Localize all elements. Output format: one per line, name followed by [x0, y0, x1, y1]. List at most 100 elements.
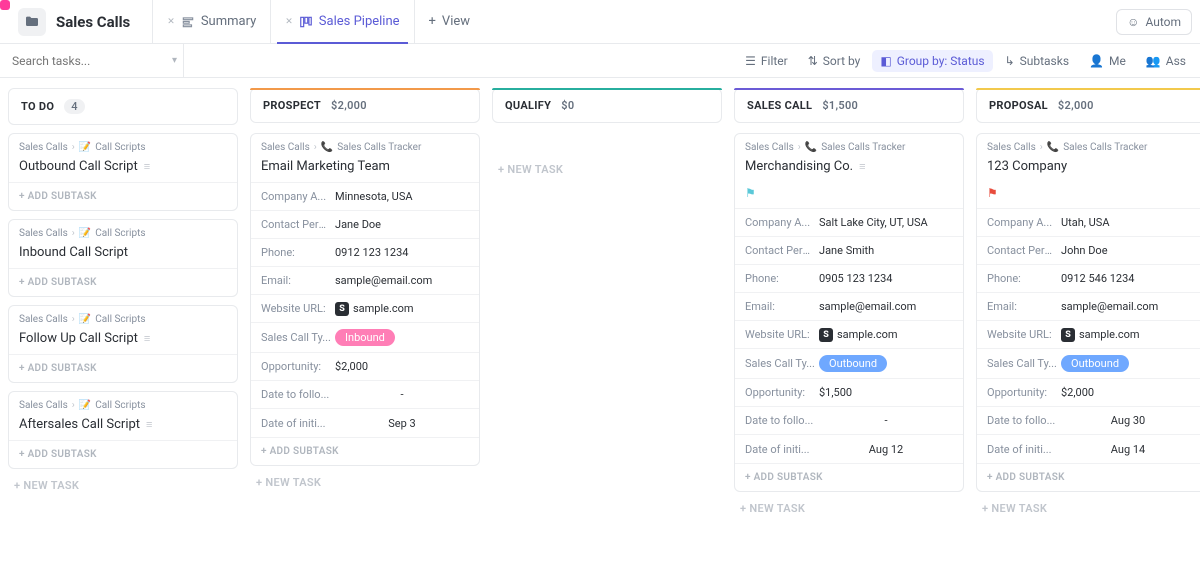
view-tabs: ✕ Summary ✕ Sales Pipeline + View	[152, 0, 484, 43]
add-subtask-button[interactable]: + ADD SUBTASK	[9, 440, 237, 468]
field-phone: 0905 123 1234	[815, 272, 953, 285]
new-task-button[interactable]: + NEW TASK	[492, 153, 722, 186]
column-label: QUALIFY	[505, 99, 551, 112]
assignee-button[interactable]: 👥Ass	[1138, 50, 1194, 72]
card-title: Aftersales Call Script	[19, 417, 140, 432]
field-company: Minnesota, USA	[331, 190, 469, 203]
card-title: Inbound Call Script	[19, 245, 128, 260]
column-amount: $0	[561, 99, 574, 112]
new-task-button[interactable]: + NEW TASK	[976, 492, 1200, 525]
field-opportunity: $1,500	[815, 386, 953, 399]
field-phone: 0912 546 1234	[1057, 272, 1195, 285]
subtasks-icon: ↳	[1005, 54, 1015, 68]
group-button[interactable]: ◧Group by: Status	[872, 50, 992, 72]
card-title: Email Marketing Team	[261, 159, 390, 174]
field-company: Utah, USA	[1057, 216, 1195, 229]
calltype-badge: Outbound	[819, 355, 887, 372]
sort-icon: ⇅	[808, 54, 818, 68]
tab-pipeline[interactable]: ✕ Sales Pipeline	[270, 0, 413, 43]
column-amount: $2,000	[1058, 99, 1094, 112]
subtasks-button[interactable]: ↳Subtasks	[997, 50, 1077, 72]
sort-button[interactable]: ⇅Sort by	[800, 50, 869, 72]
field-website: Ssample.com	[331, 302, 469, 316]
field-initiated: Aug 12	[815, 443, 953, 456]
field-initiated: Sep 3	[331, 417, 469, 430]
notification-badge[interactable]	[0, 0, 10, 10]
column-salescall: SALES CALL $1,500 Sales Calls›📞Sales Cal…	[734, 88, 964, 525]
column-header-todo[interactable]: TO DO 4	[8, 88, 238, 125]
add-subtask-button[interactable]: + ADD SUBTASK	[9, 182, 237, 210]
breadcrumb: Sales Calls›📞Sales Calls Tracker	[977, 134, 1200, 153]
breadcrumb: Sales Calls›📞Sales Calls Tracker	[735, 134, 963, 153]
card-title: Merchandising Co.	[745, 159, 853, 174]
new-task-button[interactable]: + NEW TASK	[734, 492, 964, 525]
column-amount: $2,000	[331, 99, 367, 112]
plus-icon: +	[429, 14, 436, 29]
tab-add-view[interactable]: + View	[414, 0, 485, 43]
column-label: TO DO	[21, 100, 54, 113]
field-opportunity: $2,000	[1057, 386, 1195, 399]
tab-summary[interactable]: ✕ Summary	[152, 0, 270, 43]
me-button[interactable]: 👤Me	[1081, 50, 1134, 72]
add-subtask-button[interactable]: + ADD SUBTASK	[251, 437, 479, 465]
folder-icon[interactable]	[18, 8, 46, 36]
person-icon: 👤	[1089, 54, 1104, 68]
tab-addview-label: View	[442, 14, 470, 29]
column-header-proposal[interactable]: PROPOSAL $2,000	[976, 88, 1200, 123]
column-label: PROPOSAL	[989, 99, 1048, 112]
automations-button[interactable]: ☺ Autom	[1116, 9, 1192, 35]
search-input[interactable]	[12, 54, 92, 68]
field-contact: Jane Smith	[815, 244, 953, 257]
people-icon: 👥	[1146, 54, 1161, 68]
column-todo: TO DO 4 Sales Calls›📝Call Scripts Outbou…	[8, 88, 238, 525]
field-followup: -	[331, 388, 469, 401]
task-card[interactable]: Sales Calls›📞Sales Calls Tracker Merchan…	[734, 133, 964, 492]
task-card[interactable]: Sales Calls›📞Sales Calls Tracker 123 Com…	[976, 133, 1200, 492]
new-task-button[interactable]: + NEW TASK	[250, 466, 480, 499]
tab-pipeline-label: Sales Pipeline	[319, 14, 400, 29]
column-prospect: PROSPECT $2,000 Sales Calls›📞Sales Calls…	[250, 88, 480, 525]
card-title: Outbound Call Script	[19, 159, 138, 174]
field-company: Salt Lake City, UT, USA	[815, 216, 953, 229]
description-icon: ≡	[146, 418, 152, 431]
breadcrumb: Sales Calls›📝Call Scripts	[9, 306, 237, 325]
calltype-badge: Outbound	[1061, 355, 1129, 372]
flag-icon[interactable]: ⚑	[977, 182, 1200, 208]
breadcrumb: Sales Calls›📝Call Scripts	[9, 220, 237, 239]
task-card[interactable]: Sales Calls›📝Call Scripts Inbound Call S…	[8, 219, 238, 297]
column-label: PROSPECT	[263, 99, 321, 112]
column-header-prospect[interactable]: PROSPECT $2,000	[250, 88, 480, 123]
kanban-board: TO DO 4 Sales Calls›📝Call Scripts Outbou…	[0, 78, 1200, 545]
add-subtask-button[interactable]: + ADD SUBTASK	[9, 354, 237, 382]
field-contact: Jane Doe	[331, 218, 469, 231]
search-container: ▾	[6, 44, 184, 77]
task-card[interactable]: Sales Calls›📝Call Scripts Outbound Call …	[8, 133, 238, 211]
add-subtask-button[interactable]: + ADD SUBTASK	[735, 463, 963, 491]
card-fields: Company A...Minnesota, USA Contact Pers.…	[251, 182, 479, 437]
field-email: sample@email.com	[815, 300, 953, 313]
field-opportunity: $2,000	[331, 360, 469, 373]
breadcrumb: Sales Calls›📝Call Scripts	[9, 392, 237, 411]
new-task-button[interactable]: + NEW TASK	[8, 469, 238, 502]
description-icon: ≡	[144, 160, 150, 173]
site-icon: S	[1061, 328, 1075, 342]
filter-button[interactable]: ☰Filter	[737, 50, 796, 72]
chevron-down-icon[interactable]: ▾	[172, 55, 177, 66]
task-card[interactable]: Sales Calls›📝Call Scripts Aftersales Cal…	[8, 391, 238, 469]
pin-icon: ✕	[285, 17, 293, 27]
column-header-qualify[interactable]: QUALIFY $0	[492, 88, 722, 123]
column-qualify: QUALIFY $0 + NEW TASK	[492, 88, 722, 525]
breadcrumb: Sales Calls›📝Call Scripts	[9, 134, 237, 153]
task-card[interactable]: Sales Calls›📝Call Scripts Follow Up Call…	[8, 305, 238, 383]
card-fields: Company A...Salt Lake City, UT, USA Cont…	[735, 208, 963, 463]
field-email: sample@email.com	[331, 274, 469, 287]
field-email: sample@email.com	[1057, 300, 1195, 313]
add-subtask-button[interactable]: + ADD SUBTASK	[977, 463, 1200, 491]
filter-icon: ☰	[745, 54, 756, 68]
site-icon: S	[335, 302, 349, 316]
column-header-salescall[interactable]: SALES CALL $1,500	[734, 88, 964, 123]
task-card[interactable]: Sales Calls›📞Sales Calls Tracker Email M…	[250, 133, 480, 466]
flag-icon[interactable]: ⚑	[735, 182, 963, 208]
description-icon: ≡	[144, 332, 150, 345]
add-subtask-button[interactable]: + ADD SUBTASK	[9, 268, 237, 296]
